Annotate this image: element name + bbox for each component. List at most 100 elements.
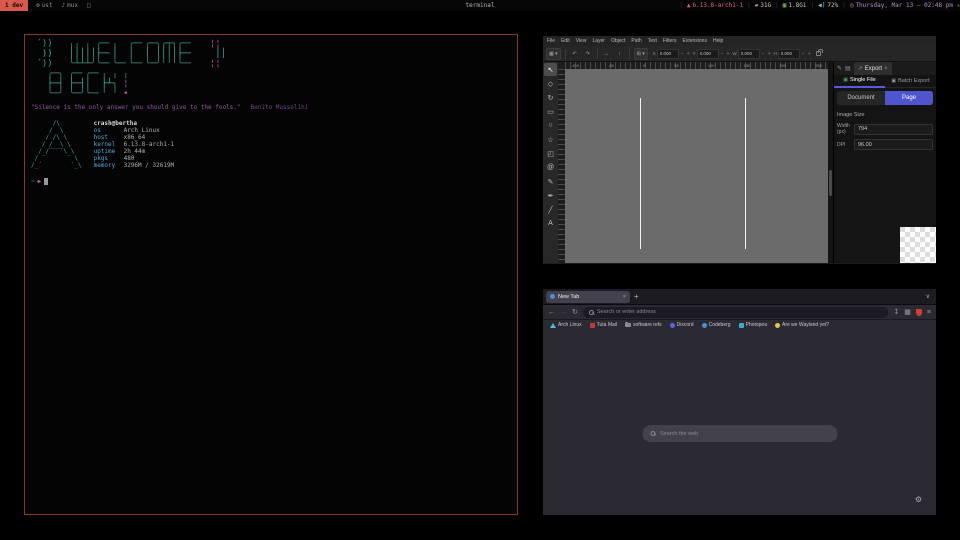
separator: |	[810, 2, 814, 9]
tab-batch-export[interactable]: ▣Batch Export	[885, 75, 936, 88]
menu-help[interactable]: Help	[713, 38, 723, 44]
increment-button[interactable]: +	[726, 51, 731, 57]
bookmark-discord[interactable]: Discord	[670, 322, 694, 328]
quote-author: Benito Mussolini	[251, 104, 309, 111]
calligraphy-tool[interactable]: ╱	[544, 203, 557, 216]
bookmark-tuta-mail[interactable]: Tuta Mail	[590, 322, 617, 328]
decrement-button[interactable]: −	[761, 51, 766, 57]
bookmark-software-refs[interactable]: software refs	[625, 322, 662, 328]
menu-extensions[interactable]: Extensions	[683, 38, 707, 44]
rectangle-tool[interactable]: ▭	[544, 105, 557, 118]
rotate-cw-button[interactable]: ↷	[583, 48, 593, 60]
document-button[interactable]: Document	[837, 91, 885, 105]
page-button[interactable]: Page	[885, 91, 933, 105]
menu-file[interactable]: File	[547, 38, 555, 44]
forward-button[interactable]: →	[560, 309, 567, 316]
menu-edit[interactable]: Edit	[561, 38, 570, 44]
memory-icon: ▦	[783, 2, 787, 9]
increment-button[interactable]: +	[686, 51, 691, 57]
status-disk: ▰31G	[755, 2, 771, 9]
increment-button[interactable]: +	[767, 51, 772, 57]
back-button[interactable]: ←	[548, 309, 555, 316]
pen-tool[interactable]: ✒	[544, 189, 557, 202]
export-dialog-tab[interactable]: ↗ Export ×	[854, 62, 892, 75]
tab-new-tab[interactable]: New Tab ×	[546, 291, 630, 303]
web-search-box[interactable]	[642, 425, 837, 442]
node-tool[interactable]: ◇	[544, 77, 557, 90]
bookmark-are-we-wayland-yet[interactable]: Are we Wayland yet?	[775, 322, 829, 328]
list-tabs-icon[interactable]: ∨	[926, 293, 930, 300]
decrement-button[interactable]: −	[720, 51, 725, 57]
increment-button[interactable]: +	[807, 51, 812, 57]
field-y-input[interactable]: 0.000	[697, 49, 719, 59]
box3d-tool[interactable]: ◰	[544, 147, 557, 160]
export-tab-title: Export	[865, 66, 882, 72]
menu-object[interactable]: Object	[611, 38, 625, 44]
field-x: X0.000−+	[653, 49, 691, 59]
tab-single-file[interactable]: ▣Single File	[834, 75, 885, 88]
lock-ratio-icon[interactable]	[816, 51, 821, 56]
bookmark-codeberg[interactable]: Codeberg	[702, 322, 731, 328]
menu-button[interactable]: ≡	[927, 309, 931, 316]
width-input[interactable]	[854, 124, 933, 135]
workspace-indicator[interactable]: 1 dev	[0, 0, 28, 11]
star-tool[interactable]: ☆	[544, 133, 557, 146]
field-x-input[interactable]: 0.000	[657, 49, 679, 59]
scrollbar-thumb[interactable]	[829, 170, 832, 196]
downloads-button[interactable]: ↧	[893, 308, 899, 316]
personalize-gear-icon[interactable]: ⚙	[915, 495, 922, 504]
fetch-output: /\ / \ / /\ \ / / \ \ / /‾‾‾‾\ \ / ‾ ‾ \…	[31, 120, 511, 169]
divider	[565, 49, 566, 59]
decrement-button[interactable]: −	[801, 51, 806, 57]
menu-path[interactable]: Path	[631, 38, 641, 44]
ellipse-tool[interactable]: ○	[544, 119, 557, 132]
reload-button[interactable]: ↻	[572, 308, 578, 316]
vertical-ruler[interactable]	[558, 69, 565, 263]
url-bar[interactable]	[583, 307, 889, 318]
flip-horizontal-button[interactable]: ↔	[602, 48, 612, 60]
close-icon[interactable]: ×	[884, 66, 888, 72]
menu-text[interactable]: Text	[648, 38, 657, 44]
ruler-label: -100	[571, 62, 579, 69]
ruler-label: 100	[708, 62, 715, 69]
selector-tool[interactable]: ↖	[544, 63, 557, 76]
selection-mode-dropdown[interactable]: ▦ ▾	[546, 48, 561, 60]
menu-filters[interactable]: Filters	[663, 38, 677, 44]
tab-title: New Tab	[558, 294, 579, 300]
menu-layer[interactable]: Layer	[592, 38, 605, 44]
topbar-module-window[interactable]: □	[87, 2, 91, 9]
edit-icon[interactable]: ✎	[837, 65, 842, 72]
note-icon: ♪	[62, 2, 66, 9]
dpi-label: DPI	[837, 142, 852, 148]
bookmark-arch-linux[interactable]: Arch Linux	[550, 322, 582, 328]
inkscape-window: File Edit View Layer Object Path Text Filters Ex…	[543, 36, 936, 264]
rotate-ccw-button[interactable]: ↶	[570, 48, 580, 60]
url-input[interactable]	[597, 309, 883, 315]
new-tab-button[interactable]: +	[634, 292, 639, 301]
web-search-input[interactable]	[660, 431, 829, 437]
field-h-input[interactable]: 0.000	[778, 49, 800, 59]
field-w-input[interactable]: 0.000	[738, 49, 760, 59]
flip-vertical-button[interactable]: ↕	[615, 48, 625, 60]
separator: |	[775, 2, 779, 9]
align-dropdown[interactable]: ⊞ ▾	[634, 48, 648, 60]
bookmark-photopea[interactable]: Photopea	[739, 322, 767, 328]
topbar-module-mux[interactable]: ♪mux	[62, 2, 78, 9]
dpi-input[interactable]	[854, 139, 933, 150]
transform-tool[interactable]: ↻	[544, 91, 557, 104]
spiral-tool[interactable]: @	[544, 161, 557, 174]
topbar-module-ust[interactable]: ⚙ust	[36, 2, 52, 9]
layers-icon[interactable]: ▤	[845, 65, 851, 72]
topbar-status: |▲6.13.8-arch1-1|▰31G|▦1.8Gi|◀)72%|◷Thur…	[679, 2, 957, 9]
horizontal-ruler[interactable]: -100-50050100150200250	[565, 62, 828, 69]
ublock-icon[interactable]	[916, 309, 922, 316]
extensions-button[interactable]: ▦	[904, 308, 911, 316]
drawing-canvas[interactable]	[565, 69, 828, 263]
menu-view[interactable]: View	[576, 38, 587, 44]
text-tool[interactable]: A	[544, 217, 557, 230]
pencil-tool[interactable]: ✎	[544, 175, 557, 188]
status-volume: ◀)72%	[818, 2, 838, 9]
tab-close-icon[interactable]: ×	[623, 294, 626, 300]
shell-prompt[interactable]: ~ ▶	[31, 178, 511, 185]
decrement-button[interactable]: −	[680, 51, 685, 57]
